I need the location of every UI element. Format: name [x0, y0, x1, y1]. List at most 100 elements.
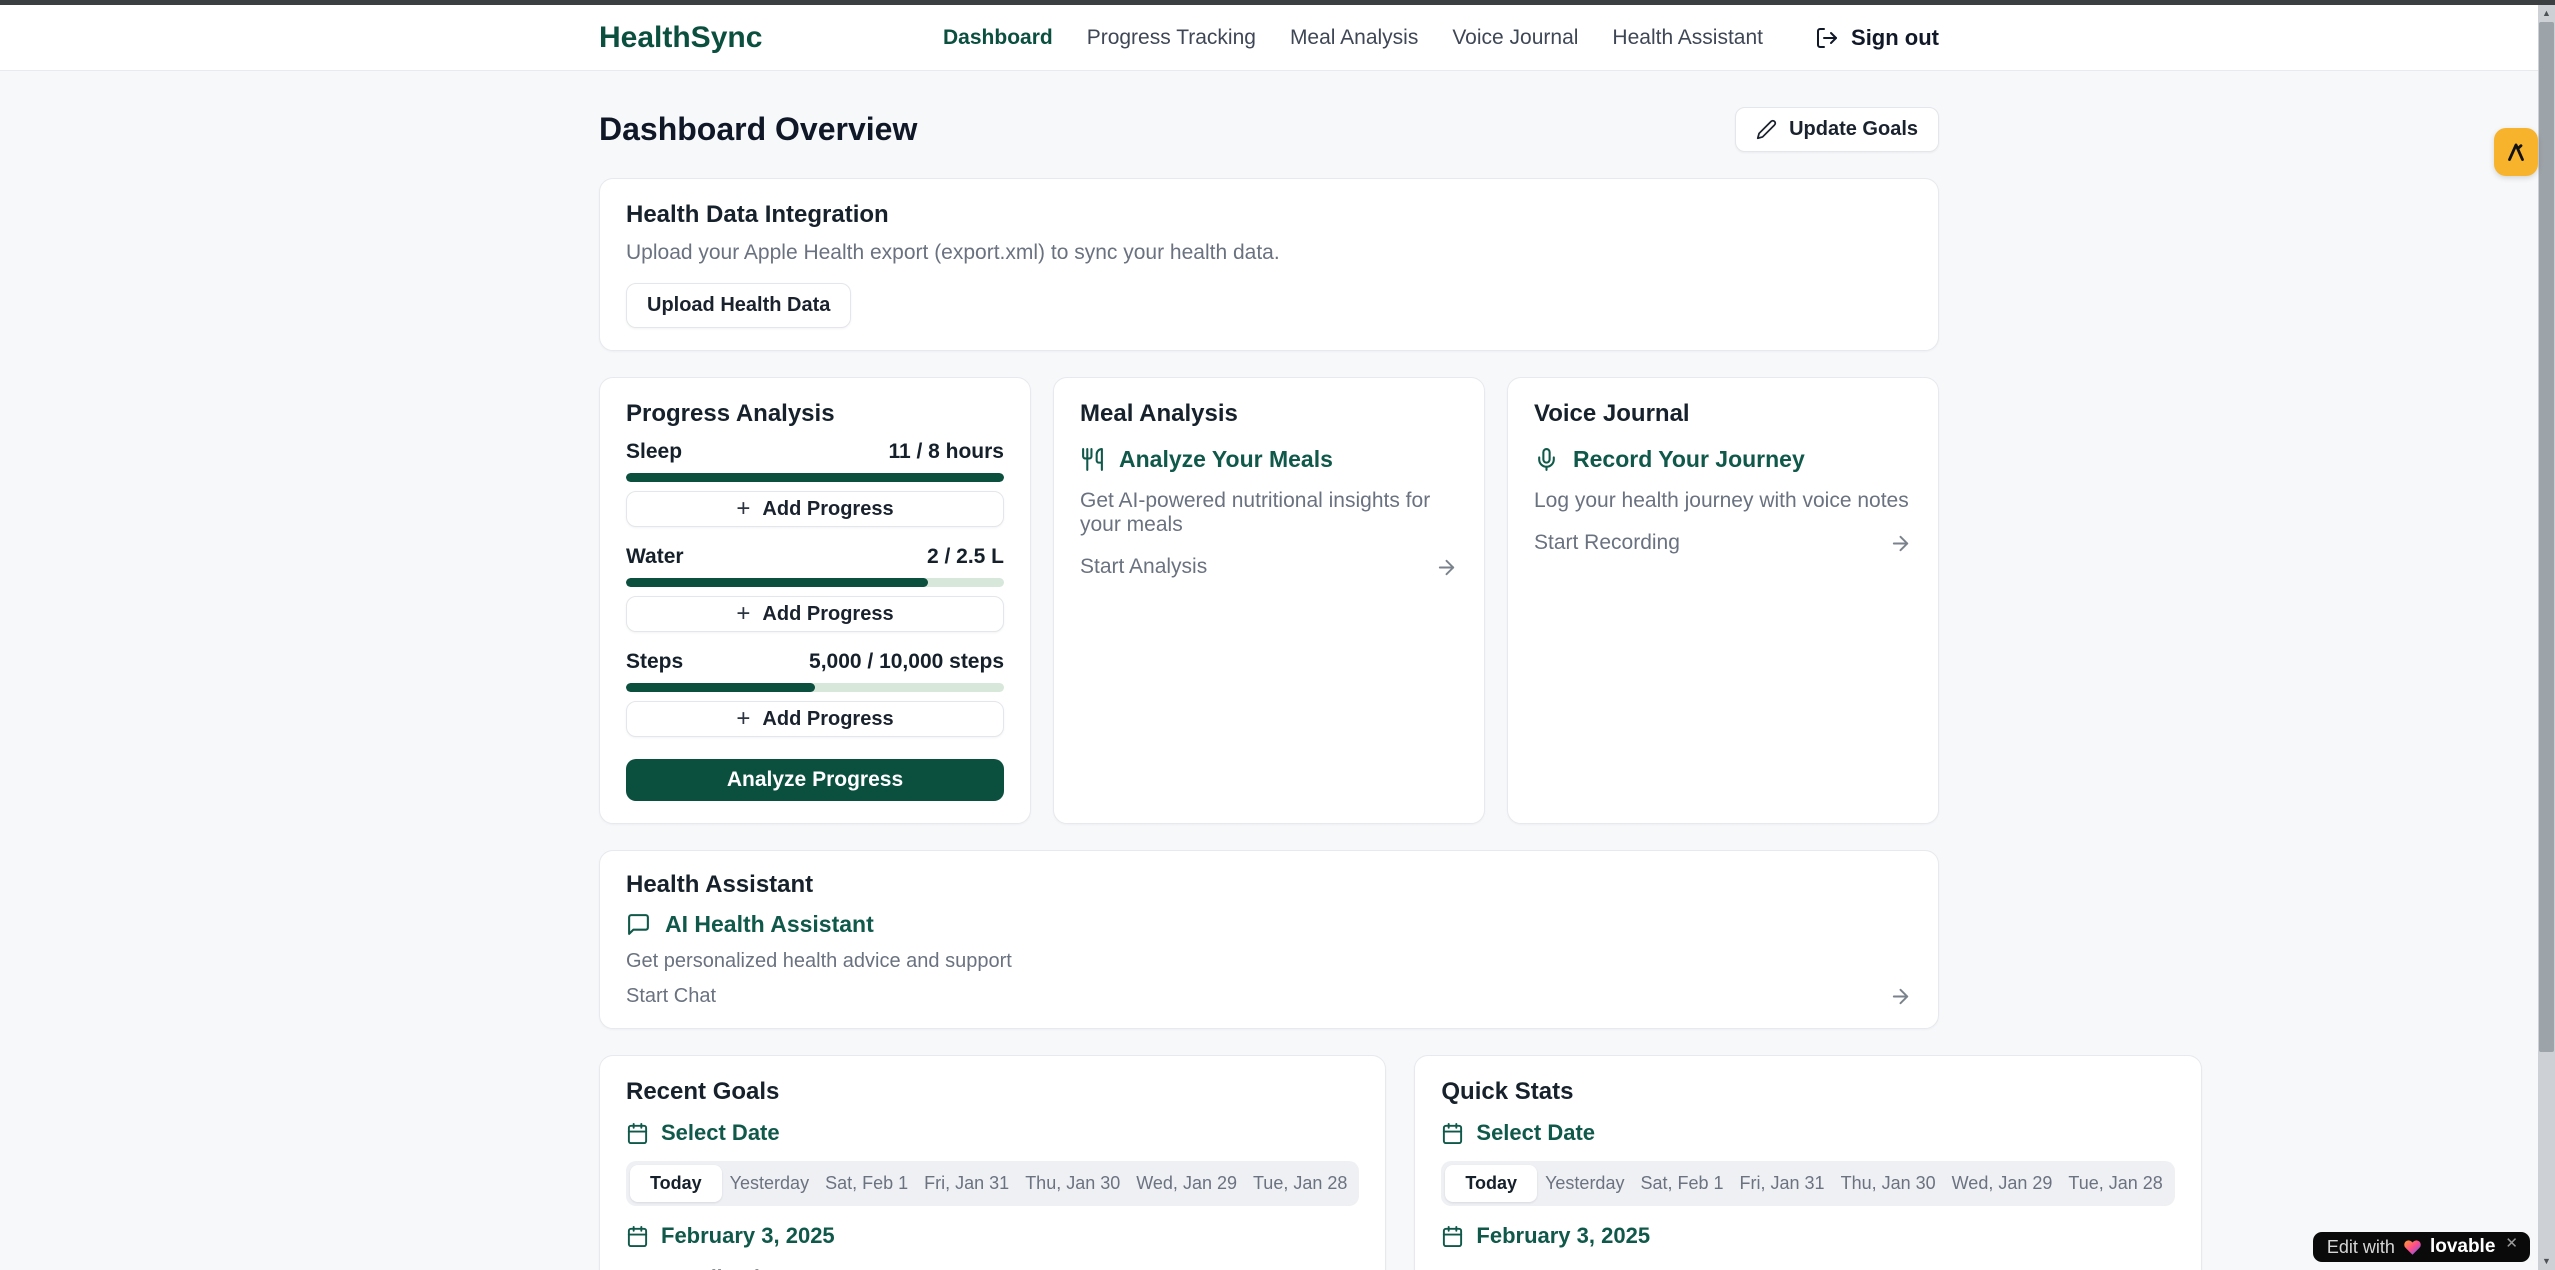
health-data-title: Health Data Integration: [626, 201, 1912, 229]
water-metric: Water 2 / 2.5 L + Add Progress: [626, 545, 1004, 632]
chat-bubble-icon: [626, 912, 651, 937]
analyze-your-meals-link[interactable]: Analyze Your Meals: [1080, 446, 1458, 473]
scrollbar-thumb[interactable]: [2539, 22, 2554, 1052]
water-progress-bar: [626, 578, 1004, 587]
update-goals-button[interactable]: Update Goals: [1735, 107, 1939, 152]
tab-yesterday[interactable]: Yesterday: [722, 1165, 817, 1202]
quick-stats-date-tabs: Today Yesterday Sat, Feb 1 Fri, Jan 31 T…: [1441, 1161, 2174, 1206]
add-steps-progress-button[interactable]: + Add Progress: [626, 701, 1004, 737]
nav-health-assistant[interactable]: Health Assistant: [1612, 26, 1763, 50]
pencil-icon: [1756, 119, 1777, 140]
main-nav: Dashboard Progress Tracking Meal Analysi…: [943, 25, 1939, 51]
badge-brand-label: lovable: [2430, 1236, 2495, 1258]
log-out-icon: [1815, 26, 1839, 50]
app-viewport: HealthSync Dashboard Progress Tracking M…: [0, 5, 2538, 1270]
utensils-icon: [1080, 447, 1105, 472]
calendar-icon: [1441, 1122, 1464, 1145]
voice-journal-card: Voice Journal Record Your Journey Log yo…: [1507, 377, 1939, 824]
tab-thu-jan-30[interactable]: Thu, Jan 30: [1833, 1165, 1944, 1202]
scrollbar-up-arrow[interactable]: ▲: [2538, 5, 2555, 22]
recent-goals-title: Recent Goals: [626, 1078, 1359, 1106]
plus-icon: +: [736, 602, 750, 626]
recent-goals-selected-date[interactable]: February 3, 2025: [626, 1223, 1359, 1249]
analyze-progress-button[interactable]: Analyze Progress: [626, 759, 1004, 801]
sleep-progress-bar: [626, 473, 1004, 482]
nav-progress-tracking[interactable]: Progress Tracking: [1087, 26, 1256, 50]
sign-out-label: Sign out: [1851, 25, 1939, 51]
microphone-icon: [1534, 447, 1559, 472]
arrow-right-icon: [1889, 985, 1912, 1008]
tab-today[interactable]: Today: [1445, 1165, 1537, 1202]
tab-fri-jan-31[interactable]: Fri, Jan 31: [1732, 1165, 1833, 1202]
health-data-description: Upload your Apple Health export (export.…: [626, 241, 1912, 265]
upload-health-data-button[interactable]: Upload Health Data: [626, 283, 851, 328]
feature-cards-row: Progress Analysis Sleep 11 / 8 hours + A…: [599, 377, 1939, 824]
page-title: Dashboard Overview: [599, 111, 917, 148]
lovable-badge[interactable]: Edit with lovable ✕: [2313, 1232, 2530, 1262]
tab-today[interactable]: Today: [630, 1165, 722, 1202]
quick-stats-card: Quick Stats Select Date Today Yesterday …: [1414, 1055, 2201, 1270]
plus-icon: +: [736, 707, 750, 731]
arrow-right-icon: [1889, 532, 1912, 555]
sign-out-button[interactable]: Sign out: [1815, 25, 1939, 51]
add-water-progress-button[interactable]: + Add Progress: [626, 596, 1004, 632]
quick-stats-selected-date[interactable]: February 3, 2025: [1441, 1223, 2174, 1249]
nav-voice-journal[interactable]: Voice Journal: [1452, 26, 1578, 50]
lovable-edit-fab[interactable]: [2494, 128, 2538, 176]
scrollbar-down-arrow[interactable]: ▼: [2538, 1253, 2555, 1270]
calendar-icon: [626, 1122, 649, 1145]
calendar-icon: [1441, 1225, 1464, 1248]
steps-metric: Steps 5,000 / 10,000 steps + Add Progres…: [626, 650, 1004, 737]
heart-icon: [2403, 1238, 2422, 1257]
arrow-right-icon: [1435, 556, 1458, 579]
sleep-label: Sleep: [626, 440, 682, 464]
record-your-journey-link[interactable]: Record Your Journey: [1534, 446, 1912, 473]
tab-fri-jan-31[interactable]: Fri, Jan 31: [916, 1165, 1017, 1202]
plus-icon: +: [736, 497, 750, 521]
top-navbar: HealthSync Dashboard Progress Tracking M…: [0, 5, 2538, 71]
progress-analysis-title: Progress Analysis: [626, 400, 1004, 428]
recent-goals-select-date[interactable]: Select Date: [626, 1120, 1359, 1146]
meal-analysis-description: Get AI-powered nutritional insights for …: [1080, 489, 1458, 537]
add-sleep-progress-button[interactable]: + Add Progress: [626, 491, 1004, 527]
meal-analysis-title: Meal Analysis: [1080, 400, 1458, 428]
bottom-cards-row: Recent Goals Select Date Today Yesterday…: [599, 1055, 1939, 1270]
scrollbar[interactable]: ▲ ▼: [2538, 5, 2555, 1270]
sleep-metric: Sleep 11 / 8 hours + Add Progress: [626, 440, 1004, 527]
progress-analysis-card: Progress Analysis Sleep 11 / 8 hours + A…: [599, 377, 1031, 824]
steps-label: Steps: [626, 650, 683, 674]
badge-prefix-label: Edit with: [2327, 1237, 2395, 1258]
start-analysis-action[interactable]: Start Analysis: [1080, 555, 1458, 579]
tab-tue-jan-28[interactable]: Tue, Jan 28: [1245, 1165, 1355, 1202]
health-assistant-title: Health Assistant: [626, 871, 1912, 899]
health-data-integration-card: Health Data Integration Upload your Appl…: [599, 178, 1939, 351]
voice-journal-title: Voice Journal: [1534, 400, 1912, 428]
start-chat-action[interactable]: Start Chat: [626, 985, 1912, 1008]
lovable-caret-icon: [2503, 139, 2529, 165]
recent-goals-date-tabs: Today Yesterday Sat, Feb 1 Fri, Jan 31 T…: [626, 1161, 1359, 1206]
nav-dashboard[interactable]: Dashboard: [943, 26, 1053, 50]
water-value: 2 / 2.5 L: [927, 545, 1004, 569]
badge-close-icon[interactable]: ✕: [2505, 1234, 2518, 1252]
water-label: Water: [626, 545, 684, 569]
steps-progress-bar: [626, 683, 1004, 692]
steps-value: 5,000 / 10,000 steps: [809, 650, 1004, 674]
tab-sat-feb-1[interactable]: Sat, Feb 1: [817, 1165, 916, 1202]
ai-health-assistant-link[interactable]: AI Health Assistant: [626, 911, 1912, 938]
tab-sat-feb-1[interactable]: Sat, Feb 1: [1632, 1165, 1731, 1202]
tab-yesterday[interactable]: Yesterday: [1537, 1165, 1632, 1202]
tab-tue-jan-28[interactable]: Tue, Jan 28: [2060, 1165, 2170, 1202]
meal-analysis-card: Meal Analysis Analyze Your Meals Get AI-…: [1053, 377, 1485, 824]
tab-wed-jan-29[interactable]: Wed, Jan 29: [1128, 1165, 1245, 1202]
quick-stats-select-date[interactable]: Select Date: [1441, 1120, 2174, 1146]
dashboard-main: Dashboard Overview Update Goals Health D…: [599, 71, 1939, 1270]
recent-goals-card: Recent Goals Select Date Today Yesterday…: [599, 1055, 1386, 1270]
update-goals-label: Update Goals: [1789, 118, 1918, 141]
app-logo[interactable]: HealthSync: [599, 21, 762, 55]
tab-wed-jan-29[interactable]: Wed, Jan 29: [1944, 1165, 2061, 1202]
calendar-icon: [626, 1225, 649, 1248]
health-assistant-card: Health Assistant AI Health Assistant Get…: [599, 850, 1939, 1029]
start-recording-action[interactable]: Start Recording: [1534, 531, 1912, 555]
nav-meal-analysis[interactable]: Meal Analysis: [1290, 26, 1418, 50]
tab-thu-jan-30[interactable]: Thu, Jan 30: [1017, 1165, 1128, 1202]
